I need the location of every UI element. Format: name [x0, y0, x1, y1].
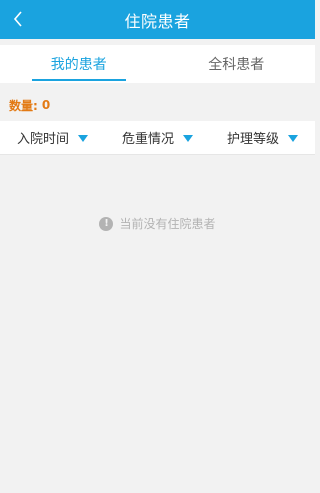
count-label: 数量: — [9, 98, 38, 113]
filter-critical-status[interactable]: 危重情况 — [105, 121, 210, 154]
empty-state: ! 当前没有住院患者 — [0, 215, 315, 232]
tab-my-patients[interactable]: 我的患者 — [0, 45, 158, 83]
tab-all-patients[interactable]: 全科患者 — [158, 45, 316, 83]
filter-nursing-level[interactable]: 护理等级 — [210, 121, 315, 154]
page-title: 住院患者 — [124, 11, 191, 31]
count-value: 0 — [41, 98, 51, 112]
filter-label: 入院时间 — [16, 132, 69, 147]
filter-bar: 入院时间 危重情况 护理等级 — [0, 121, 315, 155]
tab-label: 全科患者 — [208, 57, 265, 73]
back-button[interactable] — [8, 7, 28, 31]
triangle-down-icon — [78, 135, 88, 142]
patient-count: 数量: 0 — [0, 90, 315, 120]
filter-label: 危重情况 — [121, 132, 174, 147]
filter-label: 护理等级 — [226, 132, 279, 147]
active-tab-indicator — [32, 79, 126, 81]
filter-admission-time[interactable]: 入院时间 — [0, 121, 105, 154]
triangle-down-icon — [288, 135, 298, 142]
empty-state-text: 当前没有住院患者 — [119, 217, 216, 231]
tab-label: 我的患者 — [50, 57, 107, 73]
app-screen: 住院患者 我的患者 全科患者 数量: 0 入院时间 危重情况 护理等级 ! 当前… — [0, 0, 315, 493]
app-header: 住院患者 — [0, 0, 315, 39]
exclamation-circle-icon: ! — [99, 216, 114, 231]
tab-bar: 我的患者 全科患者 — [0, 45, 315, 83]
chevron-left-icon — [13, 11, 22, 27]
triangle-down-icon — [183, 135, 193, 142]
